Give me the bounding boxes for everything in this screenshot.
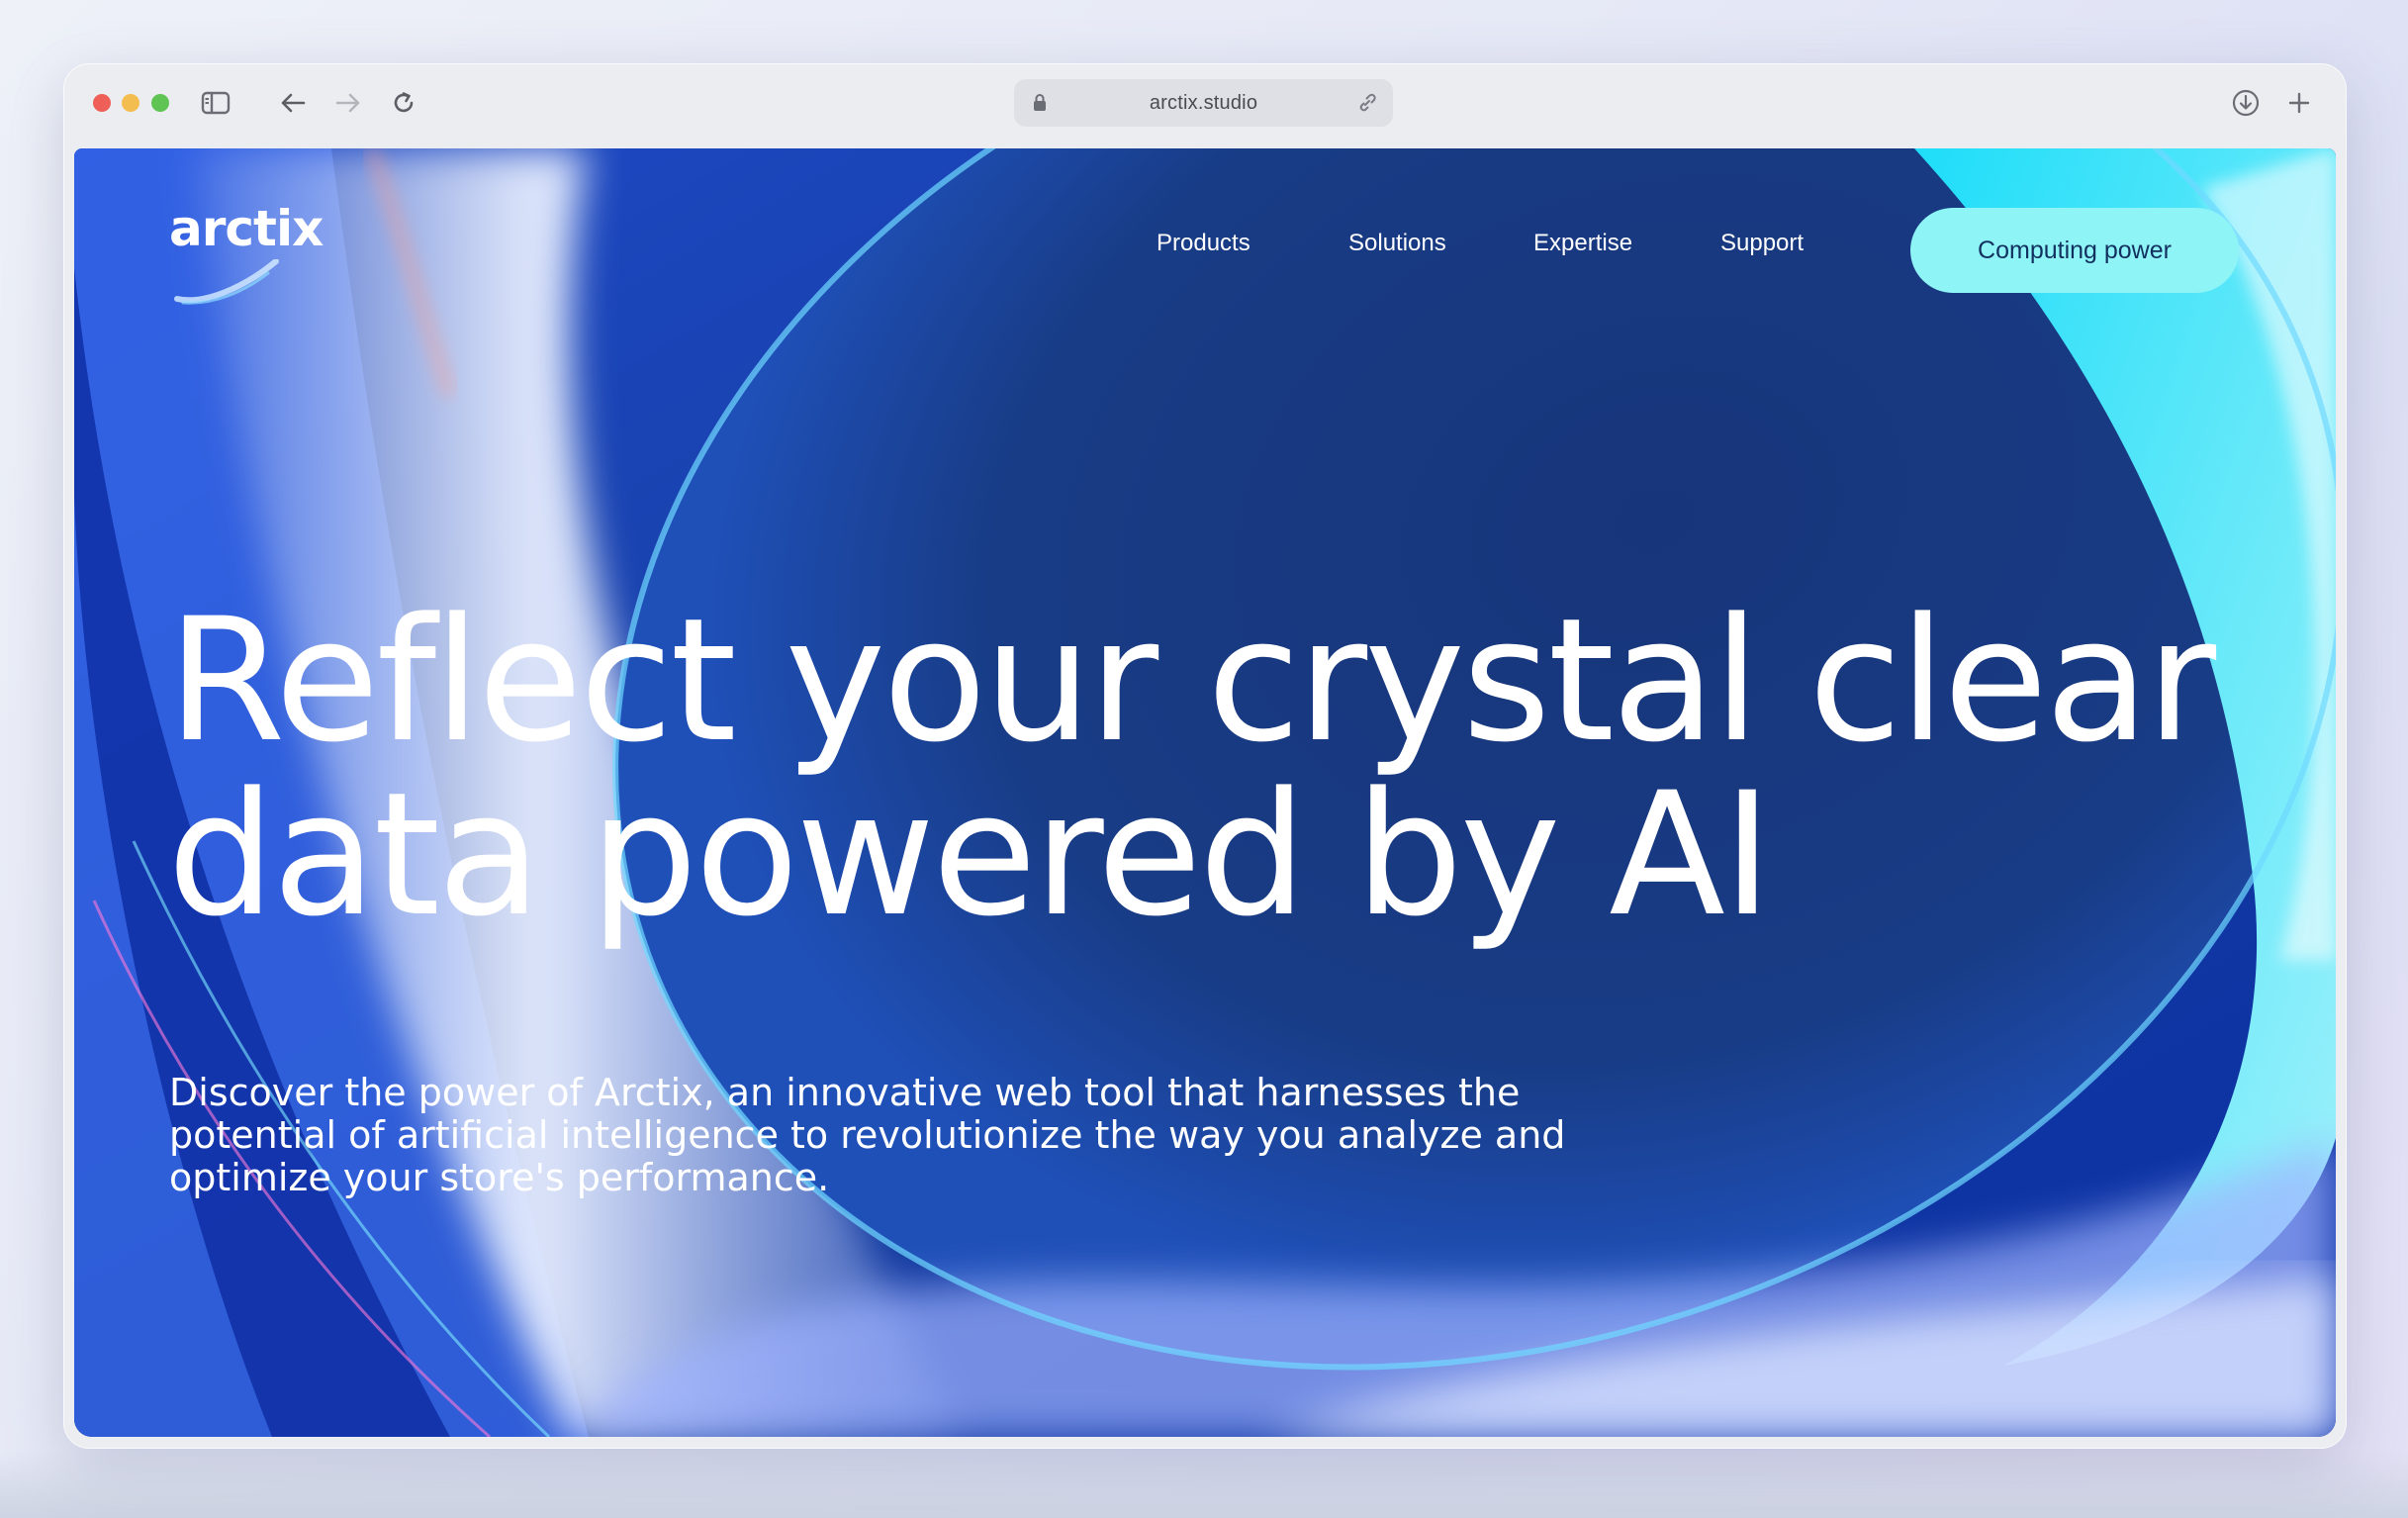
- sidebar-toggle-icon[interactable]: [196, 83, 235, 123]
- browser-toolbar: arctix.studio: [63, 63, 2347, 148]
- site-logo[interactable]: arctix: [169, 200, 327, 309]
- hero-headline-line2: data powered by AI: [167, 755, 1773, 954]
- nav-products[interactable]: Products: [1157, 230, 1250, 257]
- browser-window: arctix.studio arctix Products Solutions …: [63, 63, 2347, 1449]
- logo-wordmark: arctix: [169, 200, 324, 257]
- address-bar[interactable]: arctix.studio: [1014, 79, 1393, 127]
- back-arrow-icon[interactable]: [273, 83, 313, 123]
- hero-headline-line1: Reflect your crystal clear: [167, 581, 2216, 780]
- close-window-button[interactable]: [93, 94, 111, 112]
- reload-icon[interactable]: [384, 83, 423, 123]
- lock-icon: [1032, 93, 1048, 118]
- url-text: arctix.studio: [1149, 91, 1258, 114]
- computing-power-button[interactable]: Computing power: [1910, 208, 2239, 293]
- download-icon[interactable]: [2226, 83, 2266, 123]
- nav-support[interactable]: Support: [1720, 230, 1804, 257]
- web-page-viewport: arctix Products Solutions Expertise Supp…: [74, 148, 2336, 1437]
- forward-arrow-icon[interactable]: [328, 83, 368, 123]
- computing-power-label: Computing power: [1978, 236, 2172, 264]
- hero-headline: Reflect your crystal clear data powered …: [167, 594, 2294, 942]
- hero-description: Discover the power of Arctix, an innovat…: [169, 1071, 1566, 1199]
- zoom-window-button[interactable]: [151, 94, 169, 112]
- nav-solutions[interactable]: Solutions: [1348, 230, 1446, 257]
- nav-expertise[interactable]: Expertise: [1533, 230, 1632, 257]
- link-icon[interactable]: [1355, 91, 1379, 120]
- minimize-window-button[interactable]: [122, 94, 139, 112]
- logo-swoosh-icon: [174, 259, 279, 305]
- plus-icon[interactable]: [2279, 83, 2319, 123]
- desktop-background: [0, 1449, 2408, 1518]
